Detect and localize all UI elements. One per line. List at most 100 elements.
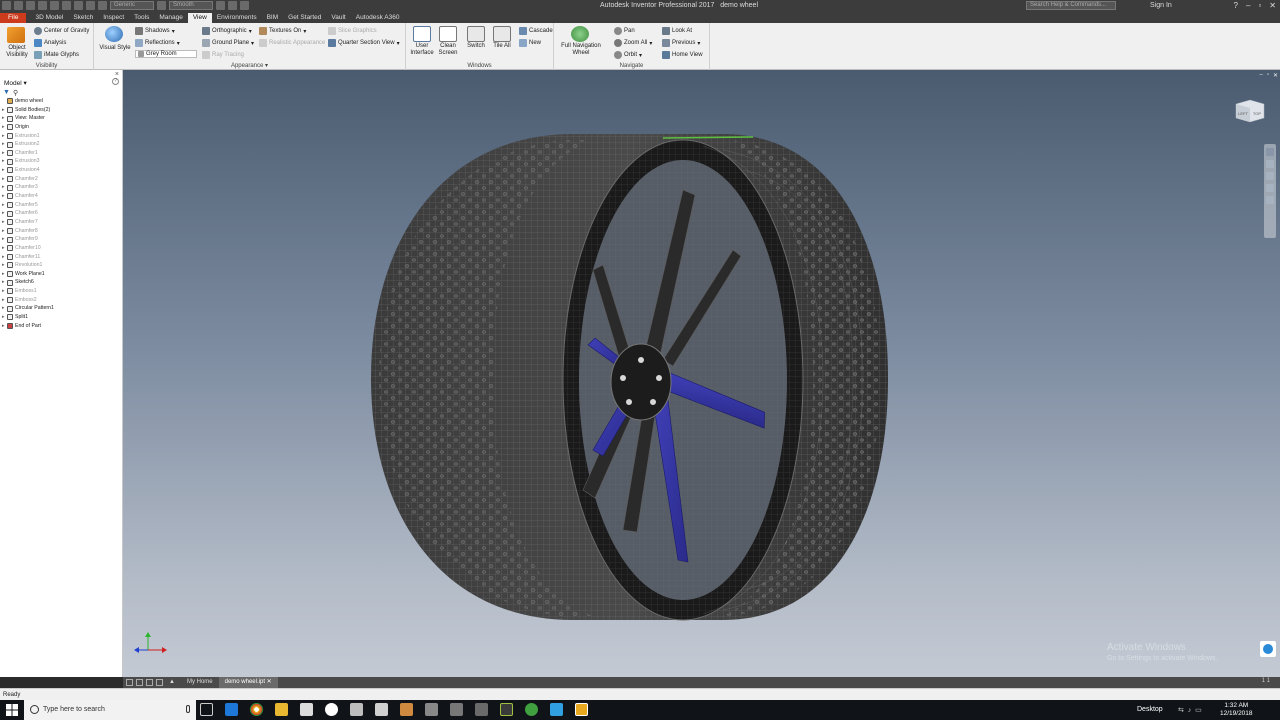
visual-style-icon[interactable]	[105, 26, 123, 42]
tab-vault[interactable]: Vault	[326, 13, 350, 23]
tab-a360[interactable]: Autodesk A360	[351, 13, 405, 23]
nav-zoom-icon[interactable]	[1266, 172, 1274, 180]
tree-item[interactable]: demo wheel	[2, 97, 122, 106]
tree-item[interactable]: ▸ Chamfer1	[2, 149, 122, 158]
store-icon[interactable]	[300, 703, 313, 716]
measure-icon[interactable]	[240, 1, 249, 10]
visual-style-button[interactable]: Visual Style	[96, 45, 134, 52]
taskbar-search-input[interactable]: Type here to search	[24, 700, 196, 720]
tree-item[interactable]: ▸ Chamfer6	[2, 209, 122, 218]
cascade-button[interactable]: Cascade	[519, 27, 553, 35]
taskbar-clock[interactable]: 1:32 AM 12/19/2018	[1220, 702, 1253, 718]
tree-item[interactable]: ▸ Extrusion2	[2, 140, 122, 149]
clean-screen-icon[interactable]	[439, 26, 457, 42]
tab-environments[interactable]: Environments	[212, 13, 262, 23]
desktop-toolbar[interactable]: Desktop	[1137, 706, 1163, 713]
analysis-button[interactable]: Analysis	[34, 39, 66, 47]
cascade-doc-icon[interactable]	[146, 679, 153, 686]
sign-in-link[interactable]: Sign In	[1150, 2, 1172, 9]
tab-tools[interactable]: Tools	[129, 13, 154, 23]
tree-item[interactable]: ▸ Emboss2	[2, 296, 122, 305]
app-icon[interactable]	[400, 703, 413, 716]
tree-item[interactable]: ▸ Chamfer10	[2, 244, 122, 253]
slice-graphics-button[interactable]: Slice Graphics	[328, 27, 377, 35]
new-icon[interactable]	[14, 1, 23, 10]
tree-item[interactable]: ▸ Solid Bodies(2)	[2, 106, 122, 115]
home-view-button[interactable]: Home View	[662, 51, 703, 59]
tile-all-icon[interactable]	[493, 26, 511, 42]
nav-pan-icon[interactable]	[1266, 160, 1274, 168]
navigation-wheel-icon[interactable]	[571, 26, 589, 42]
tree-item[interactable]: ▸ Circular Pattern1	[2, 304, 122, 313]
zoom-all-button[interactable]: Zoom All ▾	[614, 39, 652, 47]
tree-item[interactable]: ▸ Chamfer2	[2, 175, 122, 184]
tree-item[interactable]: ▸ Chamfer9	[2, 235, 122, 244]
minimize-icon[interactable]: –	[1246, 1, 1250, 10]
browser-title-dropdown[interactable]: Model ▾	[4, 80, 27, 87]
doc-tab-close-icon[interactable]: ✕	[267, 679, 272, 685]
update-icon[interactable]	[86, 1, 95, 10]
appearance-icon[interactable]	[157, 1, 166, 10]
chrome-icon[interactable]	[250, 703, 263, 716]
full-navigation-wheel-button[interactable]: Full Navigation Wheel	[556, 43, 606, 57]
tree-item[interactable]: ▸ Origin	[2, 123, 122, 132]
lighting-style-select[interactable]: Grey Room	[135, 50, 197, 58]
tree-item[interactable]: ▸ Extrusion1	[2, 132, 122, 141]
task-view-icon[interactable]	[200, 703, 213, 716]
volume-icon[interactable]: ♪	[1188, 707, 1192, 714]
user-interface-icon[interactable]	[413, 26, 431, 42]
shadows-button[interactable]: Shadows ▾	[135, 27, 175, 35]
nav-orbit-icon[interactable]	[1266, 184, 1274, 192]
object-visibility-icon[interactable]	[7, 27, 25, 43]
tile-vertical-icon[interactable]	[136, 679, 143, 686]
tree-item[interactable]: ▸ Chamfer5	[2, 201, 122, 210]
ray-tracing-button[interactable]: Ray Tracing	[202, 51, 244, 59]
tree-item[interactable]: ▸ Extrusion3	[2, 157, 122, 166]
center-of-gravity-button[interactable]: Center of Gravity	[34, 27, 89, 35]
reflections-button[interactable]: Reflections ▾	[135, 39, 180, 47]
app-icon[interactable]	[425, 703, 438, 716]
tab-sketch[interactable]: Sketch	[68, 13, 98, 23]
realistic-appearance-button[interactable]: Realistic Appearance	[259, 39, 325, 47]
close-icon[interactable]: ✕	[1269, 1, 1276, 10]
find-icon[interactable]: ⚲	[13, 89, 18, 97]
file-explorer-icon[interactable]	[275, 703, 288, 716]
tree-item[interactable]: ▸ End of Part	[2, 322, 122, 331]
browser-close-icon[interactable]: ×	[115, 71, 119, 78]
look-at-button[interactable]: Look At	[662, 27, 692, 35]
switch-icon[interactable]	[467, 26, 485, 42]
object-visibility-button[interactable]: Object Visibility	[0, 45, 34, 59]
app-icon[interactable]	[525, 703, 538, 716]
textures-on-button[interactable]: Textures On ▾	[259, 27, 306, 35]
app-icon[interactable]	[550, 703, 563, 716]
tree-item[interactable]: ▸ Chamfer7	[2, 218, 122, 227]
arrange-icon[interactable]	[156, 679, 163, 686]
tree-item[interactable]: ▸ Sketch6	[2, 278, 122, 287]
inventor-taskbar-icon[interactable]	[575, 703, 588, 716]
app-icon[interactable]	[500, 703, 513, 716]
tab-inspect[interactable]: Inspect	[98, 13, 129, 23]
nav-look-at-icon[interactable]	[1266, 196, 1274, 204]
tree-item[interactable]: ▸ Split1	[2, 313, 122, 322]
tree-item[interactable]: ▸ View: Master	[2, 114, 122, 123]
tree-item[interactable]: ▸ Extrusion4	[2, 166, 122, 175]
clock-app-icon[interactable]	[325, 703, 338, 716]
new-window-button[interactable]: New	[519, 39, 541, 47]
tab-demo-wheel[interactable]: demo wheel.ipt ✕	[218, 677, 278, 688]
imate-glyphs-button[interactable]: iMate Glyphs	[34, 51, 79, 59]
ground-plane-button[interactable]: Ground Plane ▾	[202, 39, 254, 47]
orbit-button[interactable]: Orbit ▾	[614, 51, 642, 59]
tree-item[interactable]: ▸ Chamfer3	[2, 183, 122, 192]
help-search-input[interactable]: Search Help & Commands...	[1026, 1, 1116, 10]
tile-all-button[interactable]: Tile All	[487, 43, 517, 50]
quarter-section-button[interactable]: Quarter Section View ▾	[328, 39, 400, 47]
appearance-select[interactable]: Smooth	[169, 1, 213, 10]
microphone-icon[interactable]	[186, 705, 190, 713]
fx-icon[interactable]	[228, 1, 237, 10]
orthographic-button[interactable]: Orthographic ▾	[202, 27, 252, 35]
tab-file[interactable]: File	[0, 13, 27, 23]
app-icon[interactable]	[450, 703, 463, 716]
select-icon[interactable]	[98, 1, 107, 10]
language-icon[interactable]: ▭	[1195, 707, 1202, 714]
doc-menu-icon[interactable]: ▲	[163, 677, 181, 688]
